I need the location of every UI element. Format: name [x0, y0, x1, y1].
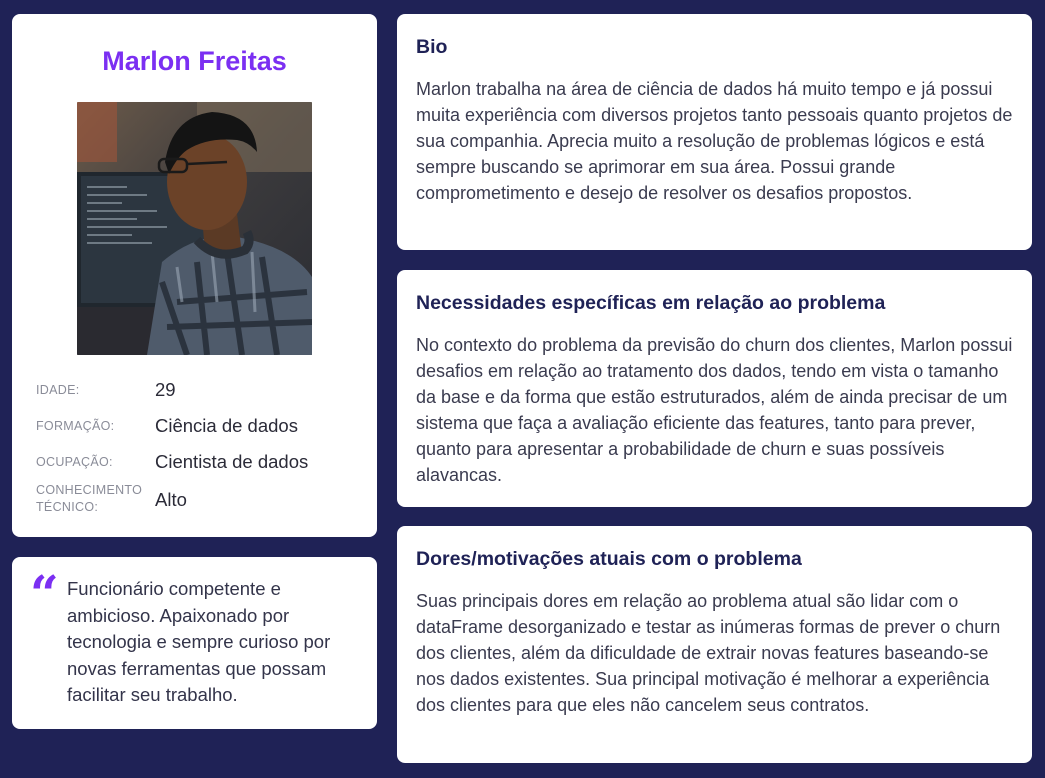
- bio-text: Marlon trabalha na área de ciência de da…: [416, 79, 1013, 203]
- field-technical-knowledge: CONHECIMENTO TÉCNICO: Alto: [36, 483, 366, 520]
- field-age: IDADE: 29: [36, 376, 366, 412]
- needs-text: No contexto do problema da previsão do c…: [416, 335, 1013, 485]
- needs-title: Necessidades específicas em relação ao p…: [416, 292, 886, 314]
- field-value: Cientista de dados: [155, 451, 309, 472]
- field-occupation: OCUPAÇÃO: Cientista de dados: [36, 448, 366, 484]
- bio-title: Bio: [416, 36, 448, 58]
- field-label: OCUPAÇÃO:: [36, 455, 113, 469]
- field-label: IDADE:: [36, 383, 80, 397]
- quote-icon: “: [30, 564, 59, 623]
- bio-card: Bio Marlon trabalha na área de ciência d…: [397, 14, 1032, 250]
- quote-card: “ Funcionário competente e ambicioso. Ap…: [12, 557, 377, 729]
- quote-text: Funcionário competente e ambicioso. Apai…: [67, 578, 331, 705]
- pains-title: Dores/motivações atuais com o problema: [416, 548, 802, 570]
- field-label: CONHECIMENTO TÉCNICO:: [36, 483, 143, 514]
- persona-name: Marlon Freitas: [102, 46, 287, 76]
- field-education: FORMAÇÃO: Ciência de dados: [36, 412, 366, 448]
- profile-card: Marlon Freitas IDADE: 29 FORMAÇÃO: Ciênc…: [12, 14, 377, 537]
- needs-card: Necessidades específicas em relação ao p…: [397, 270, 1032, 507]
- field-label: FORMAÇÃO:: [36, 419, 115, 433]
- pains-card: Dores/motivações atuais com o problema S…: [397, 526, 1032, 763]
- field-value: Ciência de dados: [155, 415, 298, 436]
- profile-fields: IDADE: 29 FORMAÇÃO: Ciência de dados OCU…: [36, 376, 366, 520]
- field-value: Alto: [155, 489, 187, 510]
- field-value: 29: [155, 379, 176, 400]
- pains-text: Suas principais dores em relação ao prob…: [416, 591, 1001, 715]
- persona-photo: [77, 102, 312, 355]
